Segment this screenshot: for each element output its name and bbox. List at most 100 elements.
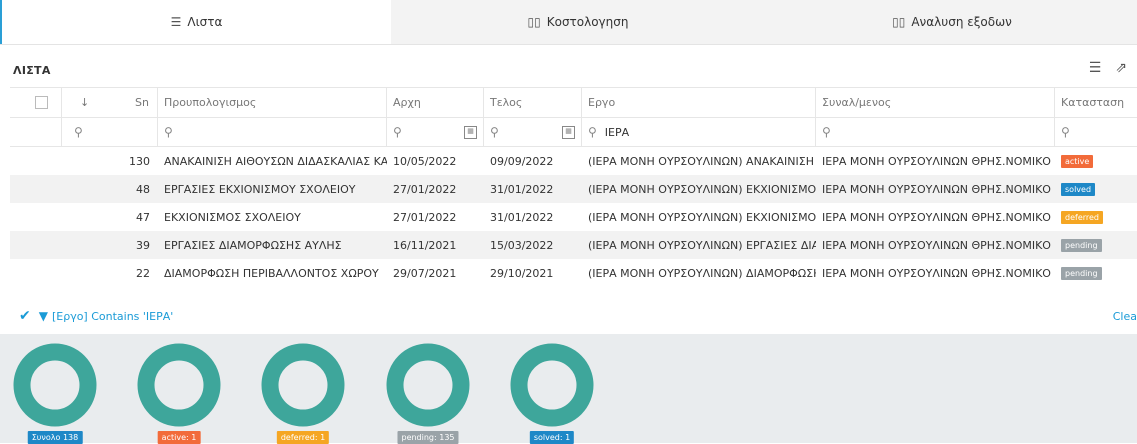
summary-count-badge: Συνολο 138 — [27, 431, 83, 444]
summary-count-badge: solved: 1 — [529, 431, 575, 444]
cell-party[interactable]: ΙΕΡΑ ΜΟΝΗ ΟΥΡΣΟΥΛΙΝΩΝ ΘΡΗΣ.ΝΟΜΙΚΟ Γ — [816, 175, 1055, 203]
summary-count-badge: active: 1 — [157, 431, 201, 444]
status-donut-chart[interactable] — [386, 343, 470, 427]
table-row[interactable]: 130 ΑΝΑΚΑΙΝΙΣΗ ΑΙΘΟΥΣΩΝ ΔΙΔΑΣΚΑΛΙΑΣ ΚΑΙ Α… — [10, 147, 1137, 175]
filter-bar: ✔ ▼ [Εργο] Contains 'ΙΕΡΑ' Clea — [10, 304, 1137, 328]
list-toolbar: ☰ ⇗ — [1089, 60, 1127, 76]
calendar-icon[interactable]: ▦ — [464, 126, 477, 139]
header-project[interactable]: Εργο — [582, 88, 816, 117]
status-summary: Συνολο 138 active: 1 deferred: 1 pending: 1… — [0, 334, 1137, 444]
header-party[interactable]: Συναλ/μενος — [816, 88, 1055, 117]
cell-end: 29/10/2021 — [490, 266, 554, 280]
tab-list-label: Λιστα — [187, 15, 223, 29]
table-row[interactable]: 22 ΔΙΑΜΟΡΦΩΣΗ ΠΕΡΙΒΑΛΛΟΝΤΟΣ ΧΩΡΟΥ 29/07/20… — [10, 259, 1137, 287]
tab-expense-analysis[interactable]: ▯▯ Αναλυση εξοδων — [765, 0, 1137, 44]
search-icon: ⚲ — [588, 125, 597, 139]
tab-costing[interactable]: ▯▯ Κοστολογηση — [391, 0, 765, 44]
select-all-checkbox[interactable] — [35, 96, 48, 109]
cell-start: 27/01/2022 — [393, 210, 457, 224]
share-icon[interactable]: ⇗ — [1115, 60, 1127, 76]
filter-project[interactable]: ⚲ ΙΕΡΑ — [582, 118, 816, 146]
summary-count-badge: pending: 135 — [397, 431, 459, 444]
header-sn[interactable]: ↓ Sn — [62, 88, 158, 117]
cell-end: 31/01/2022 — [490, 182, 554, 196]
header-sn-label: Sn — [135, 96, 149, 109]
header-start[interactable]: Αρχη — [387, 88, 484, 117]
filter-party[interactable]: ⚲ — [816, 118, 1055, 146]
cell-project[interactable]: (ΙΕΡΑ ΜΟΝΗ ΟΥΡΣΟΥΛΙΝΩΝ) ΕΚΧΙΟΝΙΣΜΟΣ Σ — [582, 175, 816, 203]
filter-start[interactable]: ⚲ ▦ — [387, 118, 484, 146]
search-icon: ⚲ — [822, 125, 831, 139]
tab-costing-label: Κοστολογηση — [546, 15, 629, 29]
cell-status: deferred — [1055, 203, 1137, 231]
search-icon: ⚲ — [74, 125, 83, 139]
cell-sn: 22 — [136, 266, 150, 280]
cell-party[interactable]: ΙΕΡΑ ΜΟΝΗ ΟΥΡΣΟΥΛΙΝΩΝ ΘΡΗΣ.ΝΟΜΙΚΟ Γ — [816, 203, 1055, 231]
cell-project[interactable]: (ΙΕΡΑ ΜΟΝΗ ΟΥΡΣΟΥΛΙΝΩΝ) ΕΡΓΑΣΙΕΣ ΔΙΑΜ — [582, 231, 816, 259]
filter-expression[interactable]: [Εργο] Contains 'ΙΕΡΑ' — [52, 310, 173, 323]
sort-desc-icon: ↓ — [80, 96, 90, 109]
cell-end: 15/03/2022 — [490, 238, 554, 252]
status-donut-chart[interactable] — [13, 343, 97, 427]
donut-ring — [261, 343, 345, 427]
header-status[interactable]: Κατασταση — [1055, 88, 1137, 117]
cell-budget[interactable]: ΑΝΑΚΑΙΝΙΣΗ ΑΙΘΟΥΣΩΝ ΔΙΔΑΣΚΑΛΙΑΣ ΚΑΙ ΑΙ — [158, 147, 387, 175]
cell-status: solved — [1055, 175, 1137, 203]
status-donut-chart[interactable] — [137, 343, 221, 427]
search-icon: ⚲ — [393, 125, 402, 139]
bar-chart-icon: ▯▯ — [892, 15, 906, 29]
table-row[interactable]: 48 ΕΡΓΑΣΙΕΣ ΕΚΧΙΟΝΙΣΜΟΥ ΣΧΟΛΕΙΟΥ 27/01/202… — [10, 175, 1137, 203]
header-end[interactable]: Τελος — [484, 88, 582, 117]
cell-budget[interactable]: ΕΚΧΙΟΝΙΣΜΟΣ ΣΧΟΛΕΙΟΥ — [158, 203, 387, 231]
cell-end: 31/01/2022 — [490, 210, 554, 224]
cell-sn: 39 — [136, 238, 150, 252]
filter-end[interactable]: ⚲ ▦ — [484, 118, 582, 146]
data-grid: ↓ Sn Προυπολογισμος Αρχη Τελος Εργο Συνα… — [10, 87, 1137, 287]
status-badge: pending — [1061, 238, 1102, 252]
filter-sn[interactable]: ⚲ — [62, 118, 158, 146]
donut-ring — [137, 343, 221, 427]
status-donut-chart[interactable] — [261, 343, 345, 427]
cell-budget[interactable]: ΔΙΑΜΟΡΦΩΣΗ ΠΕΡΙΒΑΛΛΟΝΤΟΣ ΧΩΡΟΥ — [158, 259, 387, 287]
status-badge: active — [1061, 154, 1094, 168]
filter-budget[interactable]: ⚲ — [158, 118, 387, 146]
filter-row: ⚲ ⚲ ⚲ ▦ ⚲ ▦ ⚲ ΙΕΡΑ ⚲ ⚲ — [10, 118, 1137, 147]
row-select-cell — [10, 259, 62, 287]
cell-sn: 48 — [136, 182, 150, 196]
filter-cell-empty — [10, 118, 62, 146]
filter-status[interactable]: ⚲ — [1055, 118, 1137, 146]
filter-icon: ▼ — [38, 309, 48, 323]
tab-list[interactable]: ☰ Λιστα — [0, 0, 391, 44]
cell-start: 27/01/2022 — [393, 182, 457, 196]
grid-body: 130 ΑΝΑΚΑΙΝΙΣΗ ΑΙΘΟΥΣΩΝ ΔΙΔΑΣΚΑΛΙΑΣ ΚΑΙ Α… — [10, 147, 1137, 287]
cell-project[interactable]: (ΙΕΡΑ ΜΟΝΗ ΟΥΡΣΟΥΛΙΝΩΝ) ΔΙΑΜΟΡΦΩΣΗ — [582, 259, 816, 287]
status-badge: solved — [1061, 182, 1096, 196]
cell-sn: 130 — [129, 154, 150, 168]
status-donut-chart[interactable] — [510, 343, 594, 427]
header-budget[interactable]: Προυπολογισμος — [158, 88, 387, 117]
list-icon: ☰ — [170, 15, 182, 29]
table-row[interactable]: 47 ΕΚΧΙΟΝΙΣΜΟΣ ΣΧΟΛΕΙΟΥ 27/01/2022 31/01/20… — [10, 203, 1137, 231]
list-title: ΛΙΣΤΑ — [13, 64, 51, 77]
filter-project-value[interactable]: ΙΕΡΑ — [605, 126, 629, 139]
cell-party[interactable]: ΙΕΡΑ ΜΟΝΗ ΟΥΡΣΟΥΛΙΝΩΝ ΘΡΗΣ.ΝΟΜΙΚΟ Γ — [816, 147, 1055, 175]
bar-chart-icon: ▯▯ — [527, 15, 541, 29]
cell-party[interactable]: ΙΕΡΑ ΜΟΝΗ ΟΥΡΣΟΥΛΙΝΩΝ ΘΡΗΣ.ΝΟΜΙΚΟ Γ — [816, 231, 1055, 259]
cell-project[interactable]: (ΙΕΡΑ ΜΟΝΗ ΟΥΡΣΟΥΛΙΝΩΝ) ΕΚΧΙΟΝΙΣΜΟΣ Σ — [582, 203, 816, 231]
calendar-icon[interactable]: ▦ — [562, 126, 575, 139]
donut-ring — [510, 343, 594, 427]
filter-enabled-checkbox[interactable]: ✔ — [19, 308, 31, 324]
cell-party[interactable]: ΙΕΡΑ ΜΟΝΗ ΟΥΡΣΟΥΛΙΝΩΝ ΘΡΗΣ.ΝΟΜΙΚΟ Γ — [816, 259, 1055, 287]
cell-budget[interactable]: ΕΡΓΑΣΙΕΣ ΔΙΑΜΟΡΦΩΣΗΣ ΑΥΛΗΣ — [158, 231, 387, 259]
cell-budget[interactable]: ΕΡΓΑΣΙΕΣ ΕΚΧΙΟΝΙΣΜΟΥ ΣΧΟΛΕΙΟΥ — [158, 175, 387, 203]
search-icon: ⚲ — [164, 125, 173, 139]
clear-filter-link[interactable]: Clea — [1113, 310, 1137, 323]
column-chooser-icon[interactable]: ☰ — [1089, 60, 1102, 76]
status-badge: deferred — [1061, 210, 1103, 224]
table-row[interactable]: 39 ΕΡΓΑΣΙΕΣ ΔΙΑΜΟΡΦΩΣΗΣ ΑΥΛΗΣ 16/11/2021 15… — [10, 231, 1137, 259]
search-icon: ⚲ — [490, 125, 499, 139]
cell-start: 10/05/2022 — [393, 154, 457, 168]
cell-status: pending — [1055, 231, 1137, 259]
cell-project[interactable]: (ΙΕΡΑ ΜΟΝΗ ΟΥΡΣΟΥΛΙΝΩΝ) ΑΝΑΚΑΙΝΙΣΗ ΑΙ — [582, 147, 816, 175]
select-all-cell[interactable] — [10, 88, 62, 117]
